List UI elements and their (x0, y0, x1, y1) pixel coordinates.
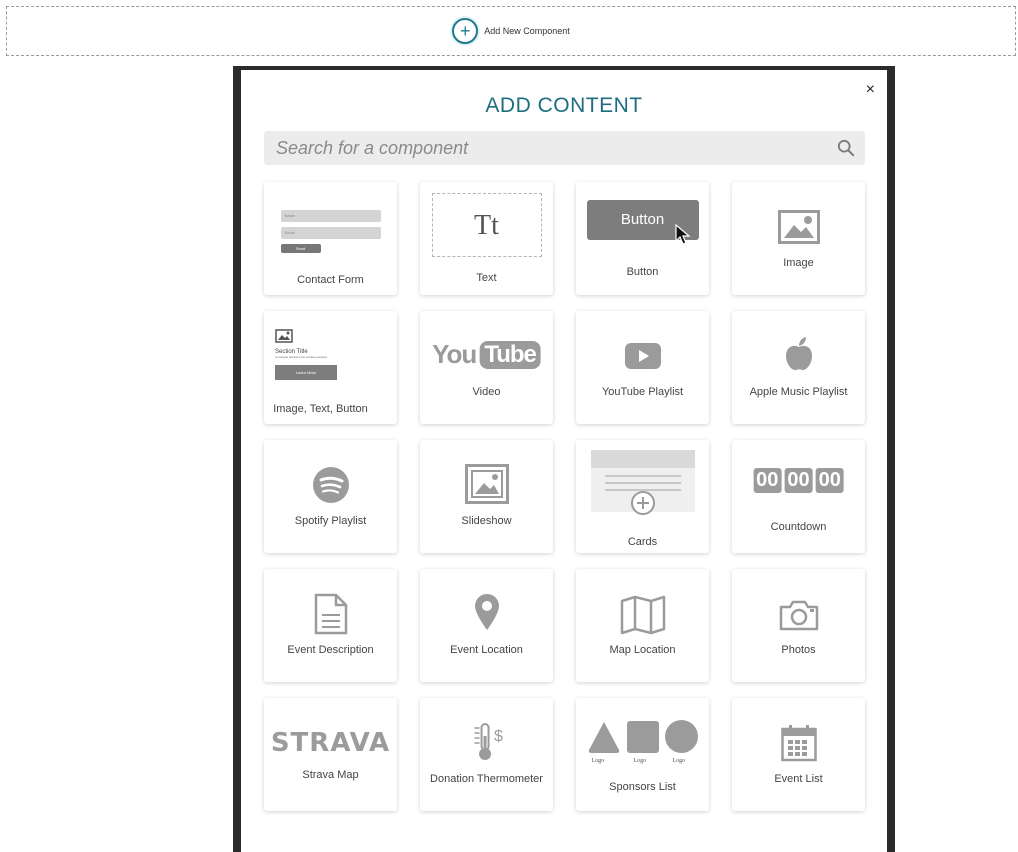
card-label: Contact Form (297, 274, 364, 286)
card-label: Map Location (609, 644, 676, 656)
image-icon (777, 210, 820, 244)
card-label: Text (476, 272, 497, 284)
component-card-countdown[interactable]: 00 00 00 Countdown (732, 440, 865, 553)
email-field-preview: Email (280, 227, 381, 239)
logo-caption: Logo (672, 758, 686, 764)
component-card-event-location[interactable]: Event Location (420, 569, 553, 682)
strava-logo-icon: STRAVA (270, 728, 391, 758)
spotify-logo-icon (312, 467, 349, 503)
component-card-youtube-playlist[interactable]: YouTube Playlist (576, 311, 709, 424)
youtube-tube-text: Tube (479, 340, 541, 369)
component-card-slideshow[interactable]: Slideshow (420, 440, 553, 553)
button-preview-text: Button (620, 211, 665, 228)
card-label: Spotify Playlist (294, 515, 367, 527)
card-label: Image (783, 257, 814, 269)
component-card-cards[interactable]: Cards (576, 440, 709, 553)
component-grid: Name Email Send Contact Form Tt Text But… (264, 182, 865, 811)
contact-form-preview-icon: Name Email Send (280, 210, 381, 256)
countdown-digit: 00 (815, 468, 844, 493)
card-label: Event List (774, 773, 823, 785)
search-input[interactable] (274, 136, 837, 160)
card-label: Donation Thermometer (430, 773, 543, 785)
card-label: Strava Map (302, 769, 359, 781)
card-label: Slideshow (461, 515, 512, 527)
component-card-spotify-playlist[interactable]: Spotify Playlist (264, 440, 397, 553)
card-label: Apple Music Playlist (749, 386, 848, 398)
component-card-map-location[interactable]: Map Location (576, 569, 709, 682)
slideshow-icon (464, 464, 509, 504)
countdown-digit: 00 (784, 468, 813, 493)
modal-title: ADD CONTENT (485, 94, 643, 117)
component-card-image[interactable]: Image (732, 182, 865, 295)
component-card-strava-map[interactable]: STRAVA Strava Map (264, 698, 397, 811)
section-body-preview: ut congue accsas eros a loiuer eamovs (275, 355, 328, 359)
thermometer-icon (474, 723, 491, 760)
document-icon (314, 593, 347, 635)
apple-logo-icon (785, 337, 812, 371)
countdown-digit: 00 (753, 468, 782, 493)
play-button-icon (624, 343, 661, 369)
card-label: Button (626, 266, 659, 278)
card-label: Video (472, 386, 501, 398)
dollar-sign: $ (494, 728, 503, 745)
component-card-video[interactable]: You Tube Video (420, 311, 553, 424)
component-card-contact-form[interactable]: Name Email Send Contact Form (264, 182, 397, 295)
search-icon[interactable] (837, 139, 855, 157)
countdown-icon: 00 00 00 (753, 468, 844, 493)
youtube-you-text: You (432, 339, 477, 369)
thermometer-dollar-icon: $ (470, 722, 503, 762)
card-label: Countdown (770, 521, 827, 533)
component-card-apple-music-playlist[interactable]: Apple Music Playlist (732, 311, 865, 424)
add-plus-icon[interactable]: + (452, 18, 479, 44)
sponsor-logos-icon: Logo Logo Logo (587, 720, 699, 770)
youtube-logo-icon: You Tube (432, 339, 541, 370)
card-label: Cards (627, 536, 658, 548)
add-new-component-label[interactable]: Add New Component (484, 26, 570, 36)
send-button-preview: Send (280, 244, 321, 253)
text-tt-icon: Tt (431, 193, 542, 257)
logo-caption: Logo (591, 758, 605, 764)
card-label: Event Description (287, 644, 374, 656)
image-text-button-preview-icon: Section Title ut congue accsas eros a lo… (275, 329, 385, 391)
component-card-photos[interactable]: Photos (732, 569, 865, 682)
component-card-event-list[interactable]: Event List (732, 698, 865, 811)
folded-map-icon (620, 595, 665, 635)
card-label: Event Location (450, 644, 523, 656)
component-card-donation-thermometer[interactable]: $ Donation Thermometer (420, 698, 553, 811)
mini-image-icon (275, 329, 293, 343)
add-content-modal: × ADD CONTENT Name Email Send Contact Fo… (233, 66, 895, 852)
logo-caption: Logo (633, 758, 647, 764)
name-field-preview: Name (280, 210, 381, 222)
map-pin-icon (474, 594, 499, 630)
card-label: YouTube Playlist (601, 386, 684, 398)
component-card-sponsors-list[interactable]: Logo Logo Logo Sponsors List (576, 698, 709, 811)
camera-icon (779, 600, 818, 631)
component-card-event-description[interactable]: Event Description (264, 569, 397, 682)
card-label: Sponsors List (609, 781, 676, 793)
component-card-button[interactable]: Button Button (576, 182, 709, 295)
calendar-icon (780, 725, 817, 762)
card-label: Photos (781, 644, 816, 656)
circle-logo-shape (664, 720, 698, 753)
square-logo-shape (626, 721, 659, 753)
component-search[interactable] (264, 131, 865, 165)
learn-more-preview: Learn More (275, 365, 337, 380)
card-label: Image, Text, Button (273, 403, 368, 415)
component-card-text[interactable]: Tt Text (420, 182, 553, 295)
triangle-logo-shape (588, 722, 619, 753)
modal-body: × ADD CONTENT Name Email Send Contact Fo… (241, 70, 887, 852)
cards-icon (590, 450, 695, 515)
add-component-strip[interactable]: + Add New Component (6, 6, 1016, 56)
cursor-arrow-icon (675, 224, 691, 245)
component-card-image-text-button[interactable]: Section Title ut congue accsas eros a lo… (264, 311, 397, 424)
text-glyph: Tt (474, 210, 499, 241)
